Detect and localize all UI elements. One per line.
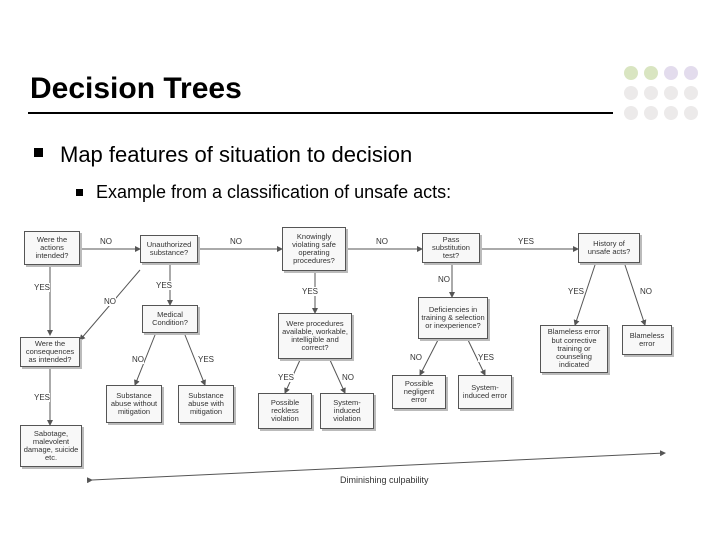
- terminal-system-error: System-induced error: [458, 375, 512, 409]
- title-underline: [28, 112, 613, 114]
- culpability-label: Diminishing culpability: [340, 475, 429, 485]
- bullet-text-1: Map features of situation to decision: [60, 142, 412, 168]
- node-unauthorized-substance: Unauthorized substance?: [140, 235, 198, 263]
- edge-label: YES: [518, 237, 534, 246]
- bullet-icon: [34, 148, 43, 157]
- terminal-sabotage: Sabotage, malevolent damage, suicide etc…: [20, 425, 82, 467]
- terminal-blameless: Blameless error: [622, 325, 672, 355]
- edge-label: YES: [478, 353, 494, 362]
- edge-label: NO: [410, 353, 422, 362]
- terminal-substance-abuse-no-mitigation: Substance abuse without mitigation: [106, 385, 162, 423]
- node-medical-condition: Medical Condition?: [142, 305, 198, 333]
- edge-label: NO: [132, 355, 144, 364]
- terminal-blameless-corrective: Blameless error but corrective training …: [540, 325, 608, 373]
- edge-label: YES: [34, 393, 50, 402]
- edge-label: NO: [640, 287, 652, 296]
- terminal-system-violation: System-induced violation: [320, 393, 374, 429]
- node-substitution-test: Pass substitution test?: [422, 233, 480, 263]
- decorative-dots: [624, 66, 700, 122]
- node-actions-intended: Were the actions intended?: [24, 231, 80, 265]
- node-knowingly-violating: Knowingly violating safe operating proce…: [282, 227, 346, 271]
- terminal-reckless-violation: Possible reckless violation: [258, 393, 312, 429]
- edge-label: YES: [302, 287, 318, 296]
- edge-label: NO: [376, 237, 388, 246]
- node-consequences-intended: Were the consequences as intended?: [20, 337, 80, 367]
- node-procedures-available: Were procedures available, workable, int…: [278, 313, 352, 359]
- edge-label: YES: [568, 287, 584, 296]
- edge-label: YES: [198, 355, 214, 364]
- edge-label: NO: [230, 237, 242, 246]
- edge-label: NO: [100, 237, 112, 246]
- terminal-substance-abuse-mitigation: Substance abuse with mitigation: [178, 385, 234, 423]
- decision-tree-diagram: Were the actions intended? Unauthorized …: [20, 225, 700, 515]
- bullet-icon: [76, 189, 83, 196]
- bullet-text-2: Example from a classification of unsafe …: [96, 182, 451, 203]
- edge-label: YES: [34, 283, 50, 292]
- edge-label: YES: [278, 373, 294, 382]
- terminal-negligent-error: Possible negligent error: [392, 375, 446, 409]
- edge-label: NO: [438, 275, 450, 284]
- edge-label: NO: [342, 373, 354, 382]
- edge-label: NO: [104, 297, 116, 306]
- edge-label: YES: [156, 281, 172, 290]
- node-training-deficiencies: Deficiencies in training & selection or …: [418, 297, 488, 339]
- slide-title: Decision Trees: [30, 72, 242, 106]
- node-history-unsafe: History of unsafe acts?: [578, 233, 640, 263]
